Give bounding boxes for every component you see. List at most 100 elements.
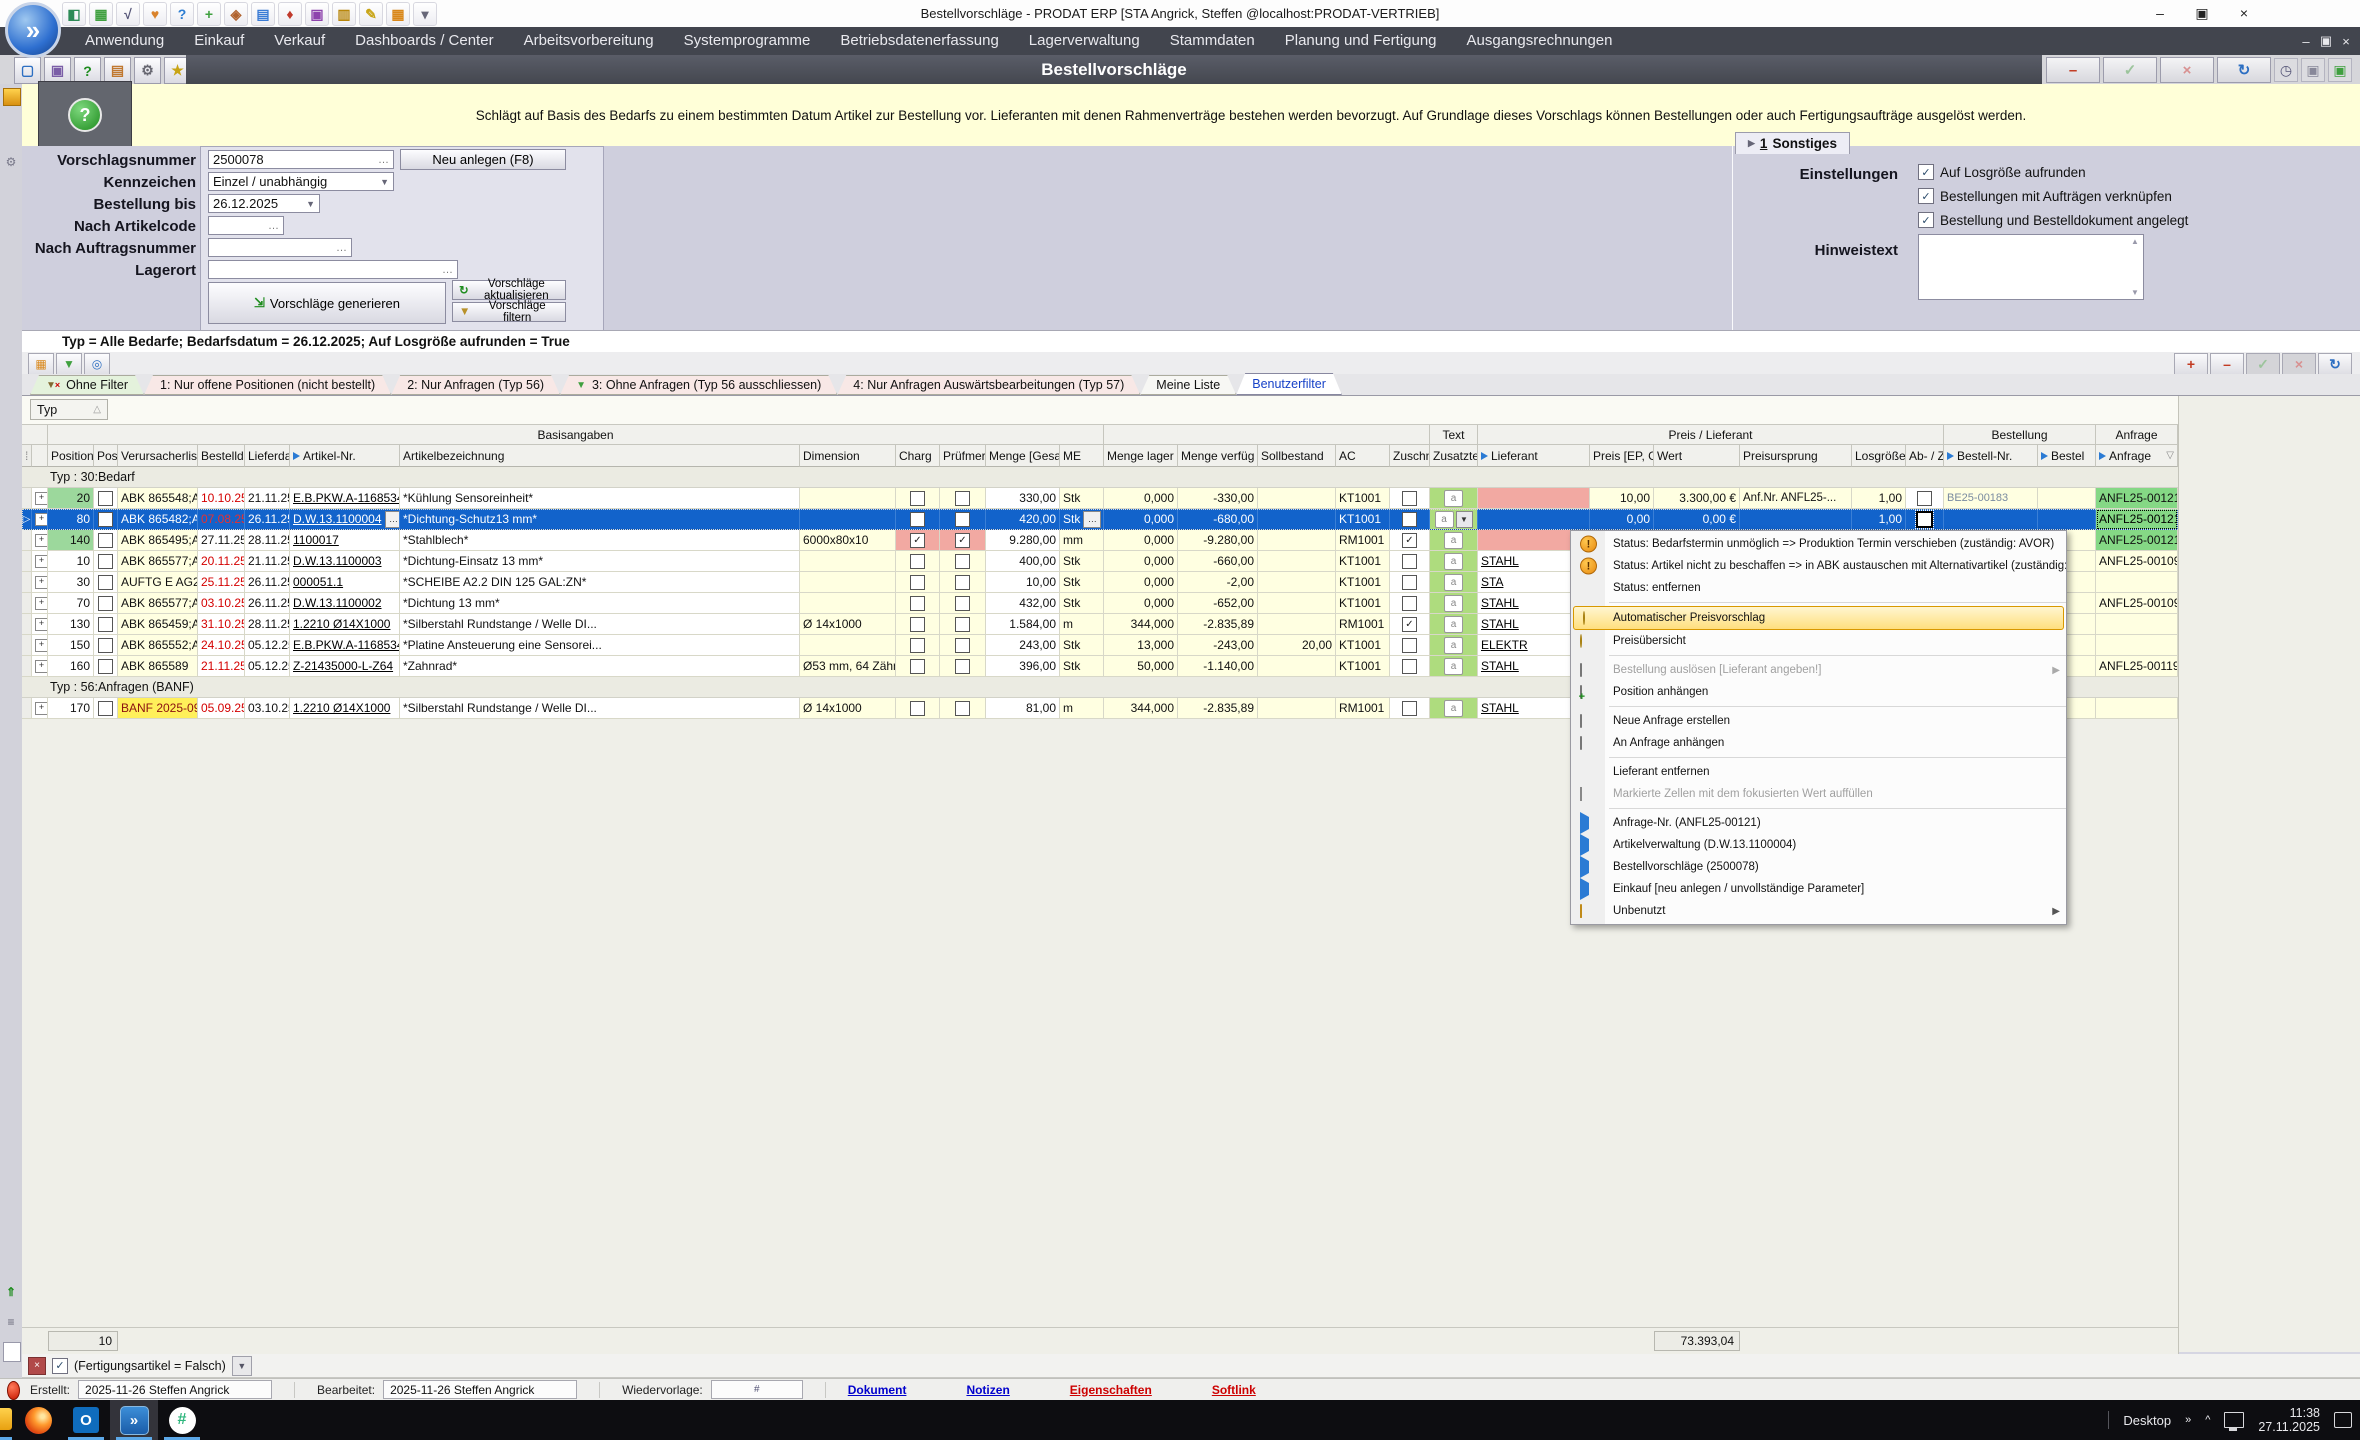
ellipsis-icon[interactable]: … [268,220,279,232]
group-by-typ-box[interactable]: Typ△ [30,399,108,420]
checkbox-icon[interactable] [1916,511,1933,528]
menu-einkauf[interactable]: Einkauf [179,27,259,55]
cell-preis[interactable]: 10,00 [1590,488,1654,509]
checkbox-icon[interactable] [98,512,113,527]
cell-expand[interactable]: + [32,509,48,530]
column-header-zusatz[interactable]: Zusatztex [1430,445,1478,467]
cell-menge[interactable]: 243,00 [986,635,1060,656]
column-header-preisursprung[interactable]: Preisursprung [1740,445,1852,467]
cell-dimension[interactable]: Ø 14x1000 [800,614,896,635]
cell-me[interactable]: Stk [1060,488,1104,509]
cell-preisursprung[interactable]: Anf.Nr. ANFL25-... [1740,488,1852,509]
cell-anfrage[interactable]: ANFL25-00121 [2096,488,2178,509]
checkbox-icon[interactable] [98,659,113,674]
artikel-link[interactable]: Z-21435000-L-Z64 [293,659,393,673]
cancel-button[interactable]: × [2160,57,2214,83]
cell-mengeverfueg[interactable]: -330,00 [1178,488,1258,509]
cell-artikelnr[interactable]: 1100017 [290,530,400,551]
cell-bestelldat[interactable]: 10.10.25 [198,488,245,509]
cell-dimension[interactable]: Ø 14x1000 [800,698,896,719]
menu-stammdaten[interactable]: Stammdaten [1155,27,1270,55]
artikel-link[interactable]: D.W.13.1100002 [293,596,382,610]
cell-expand[interactable]: + [32,572,48,593]
tools-icon[interactable]: ◈ [224,2,248,26]
cell-sollbestand[interactable] [1258,656,1336,677]
text-note-icon[interactable]: a [1435,511,1454,528]
checkbox-icon[interactable] [910,659,925,674]
cell-mengeverfueg[interactable]: -2.835,89 [1178,614,1258,635]
cell-zuschn[interactable] [1390,509,1430,530]
cell-verursacher[interactable]: ABK 865459;ABK 8... [118,614,198,635]
text-note-icon[interactable]: a [1444,574,1463,591]
copy-icon[interactable]: ▣ [44,57,71,84]
cell-me[interactable]: Stk [1060,572,1104,593]
expand-icon[interactable]: + [35,576,48,589]
cell-bestelldat[interactable]: 21.11.25 [198,656,245,677]
cell-position[interactable]: 150 [48,635,94,656]
cell-menge[interactable]: 330,00 [986,488,1060,509]
cell-verursacher[interactable]: ABK 865548;ABK 8... [118,488,198,509]
scrollbar[interactable]: ▲▼ [2129,237,2141,297]
column-header-ac[interactable]: AC [1336,445,1390,467]
checkbox-icon[interactable] [910,575,925,590]
menu-systemprogramme[interactable]: Systemprogramme [669,27,826,55]
cell-charg[interactable] [896,572,940,593]
maximize-icon[interactable]: ▣ [2181,0,2223,26]
column-header-position[interactable]: Position [48,445,94,467]
cell-charg[interactable] [896,488,940,509]
cell-losgroesse[interactable]: 1,00 [1852,509,1906,530]
cell-mengelager[interactable]: 0,000 [1104,488,1178,509]
ellipsis-button[interactable]: … [385,511,400,528]
checkbox-icon[interactable] [910,701,925,716]
artikel-link[interactable]: E.B.PKW.A-1168534-0... [293,491,400,505]
checkbox-icon[interactable] [1402,491,1417,506]
expand-icon[interactable]: + [35,492,48,505]
link-softlink[interactable]: Softlink [1212,1383,1256,1397]
cell-zuschn[interactable] [1390,698,1430,719]
taskbar-outlook-icon[interactable]: O [62,1400,110,1440]
checkbox-icon[interactable] [955,575,970,590]
lieferant-link[interactable]: STAHL [1481,701,1519,715]
checkbox-icon[interactable] [955,701,970,716]
cell-artikelnr[interactable]: 1.2210 Ø14X1000 [290,614,400,635]
table-row[interactable]: +20ABK 865548;ABK 8...10.10.2521.11.25E.… [22,488,2178,509]
checkbox-icon[interactable] [955,638,970,653]
delete-button[interactable]: – [2046,57,2100,83]
cell-charg[interactable] [896,509,940,530]
cell-menge[interactable]: 432,00 [986,593,1060,614]
checkbox-icon[interactable]: ✓ [955,533,970,548]
menu-item-neue-anfrage-erstellen[interactable]: Neue Anfrage erstellen [1571,710,2066,732]
cell-posb[interactable] [94,656,118,677]
cell-expand[interactable]: + [32,551,48,572]
package-icon[interactable]: ▣ [2301,58,2325,82]
menu-arbeitsvorbereitung[interactable]: Arbeitsvorbereitung [509,27,669,55]
cell-bezeichnung[interactable]: *Platine Ansteuerung eine Sensorei... [400,635,800,656]
artikel-link[interactable]: E.B.PKW.A-1168534-0... [293,638,400,652]
checkbox-icon[interactable] [98,617,113,632]
column-header-bestel[interactable]: Bestel [2038,445,2096,467]
cell-lieferdat[interactable]: 03.10.25 [245,698,290,719]
table-help-icon[interactable]: ▤ [251,2,275,26]
cell-dimension[interactable]: Ø53 mm, 64 Zähne, 2... [800,656,896,677]
cell-me[interactable]: Stk [1060,551,1104,572]
cell-ac[interactable]: KT1001 [1336,551,1390,572]
search-icon[interactable]: ◎ [84,353,110,375]
checkbox-icon[interactable] [1402,659,1417,674]
cell-lieferdat[interactable]: 26.11.25 [245,509,290,530]
column-header-charg[interactable]: Charg [896,445,940,467]
filter-tab-benutzerfilter[interactable]: Benutzerfilter [1236,373,1342,395]
checkbox-icon[interactable] [1402,638,1417,653]
cell-posb[interactable] [94,635,118,656]
cell-sollbestand[interactable] [1258,614,1336,635]
taskbar-slack-icon[interactable]: # [158,1400,206,1440]
column-header-zuschn[interactable]: Zuschn [1390,445,1430,467]
cell-expand[interactable]: + [32,593,48,614]
cell-artikelnr[interactable]: 000051.1 [290,572,400,593]
checkbox-icon[interactable]: ✓ [1402,617,1417,632]
cell-mengeverfueg[interactable]: -652,00 [1178,593,1258,614]
cell-lieferdat[interactable]: 26.11.25 [245,572,290,593]
cell-dimension[interactable] [800,635,896,656]
new-window-icon[interactable]: ▢ [14,57,41,84]
cell-pruef[interactable] [940,698,986,719]
column-header-mengelager[interactable]: Menge lager [1104,445,1178,467]
